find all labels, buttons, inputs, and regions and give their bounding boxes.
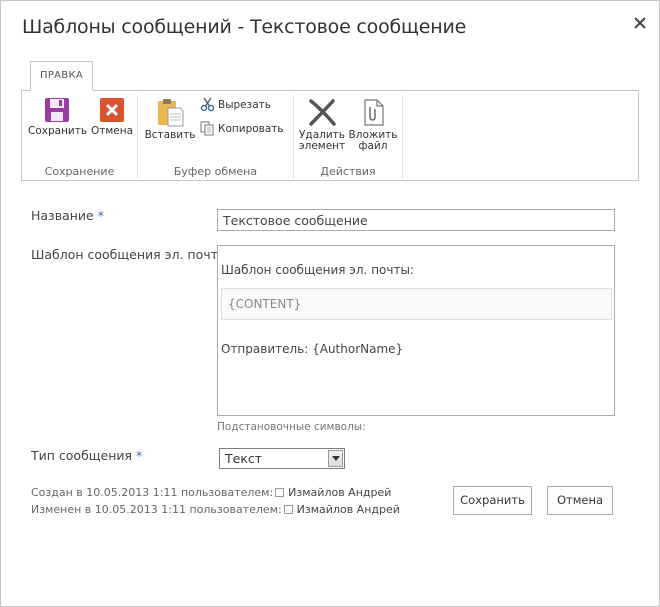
user-presence-icon — [283, 505, 293, 514]
modified-by-user[interactable]: Измайлов Андрей — [297, 503, 400, 516]
created-info: Создан в 10.05.2013 1:11 пользователем: И… — [31, 486, 392, 499]
paste-icon — [158, 99, 184, 127]
template-field-label: Шаблон сообщения эл. почты — [31, 247, 228, 262]
ribbon-group-save-label: Сохранение — [44, 165, 115, 178]
created-by-user[interactable]: Измайлов Андрей — [288, 486, 391, 499]
group-separator — [402, 95, 403, 178]
cancel-button[interactable]: Отмена — [547, 486, 613, 515]
ribbon-group-actions-label: Действия — [320, 165, 376, 178]
dialog-title: Шаблоны сообщений - Текстовое сообщение — [22, 16, 467, 38]
close-icon — [634, 17, 646, 29]
template-sender-line: Отправитель: {AuthorName} — [221, 342, 404, 356]
ribbon-cut-button[interactable]: Вырезать — [200, 97, 271, 112]
ribbon-group-clipboard: Вставить Вырезать Копировать Буфер обмен… — [138, 91, 293, 180]
save-icon — [45, 98, 69, 122]
ribbon-save-button[interactable]: Сохранить — [28, 97, 87, 137]
message-template-dialog: Шаблоны сообщений - Текстовое сообщение … — [0, 0, 660, 607]
placeholders-hint: Подстановочные символы: — [217, 421, 366, 433]
ribbon-cancel-button[interactable]: Отмена — [90, 97, 134, 137]
required-mark: * — [97, 208, 104, 223]
template-editor-title: Шаблон сообщения эл. почты: — [221, 263, 414, 277]
modified-info: Изменен в 10.05.2013 1:11 пользователем:… — [31, 503, 400, 516]
ribbon-delete-item-button[interactable]: Удалить элемент — [297, 97, 347, 152]
scissors-icon — [200, 97, 215, 112]
required-mark: * — [136, 448, 143, 463]
ribbon-paste-button[interactable]: Вставить — [143, 97, 197, 141]
type-field-label: Тип сообщения * — [31, 448, 143, 463]
name-field-label: Название * — [31, 208, 104, 223]
template-content-placeholder[interactable]: {CONTENT} — [221, 288, 612, 320]
message-type-select[interactable]: Текст — [219, 448, 345, 469]
chevron-down-icon — [328, 450, 343, 467]
ribbon-group-actions: Удалить элемент Вложить файл Действия — [294, 91, 402, 180]
cancel-icon — [100, 98, 124, 122]
ribbon-copy-button[interactable]: Копировать — [200, 121, 284, 136]
save-button[interactable]: Сохранить — [453, 486, 532, 515]
ribbon-group-save: Сохранить Отмена Сохранение — [22, 91, 137, 180]
ribbon-group-clipboard-label: Буфер обмена — [173, 165, 258, 178]
close-button[interactable] — [629, 12, 651, 34]
name-input[interactable] — [217, 209, 615, 231]
ribbon: Сохранить Отмена Сохранение Вставить Выр… — [21, 90, 639, 181]
tab-edit[interactable]: ПРАВКА — [30, 61, 93, 91]
delete-icon — [309, 99, 336, 126]
template-editor[interactable]: Шаблон сообщения эл. почты: {CONTENT} От… — [217, 245, 615, 416]
user-presence-icon — [275, 488, 285, 497]
attach-file-icon — [364, 99, 384, 126]
ribbon-attach-file-button[interactable]: Вложить файл — [348, 97, 398, 152]
copy-icon — [200, 121, 214, 136]
